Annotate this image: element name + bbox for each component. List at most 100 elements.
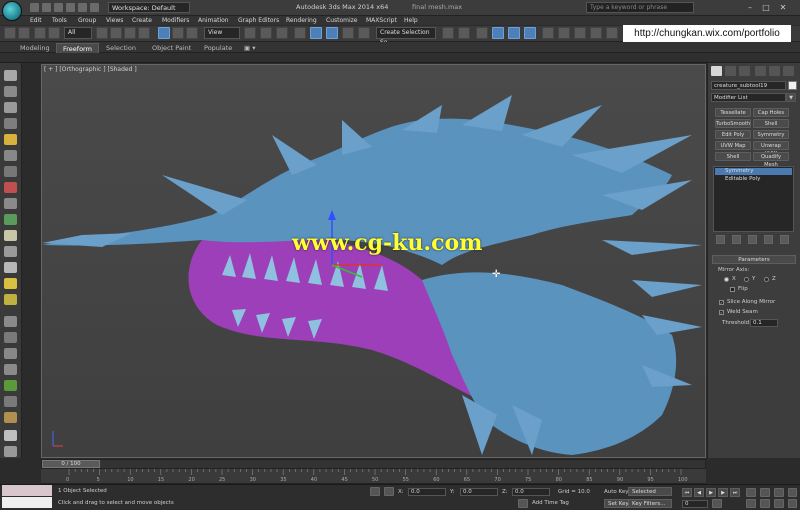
foliage-icon[interactable] (4, 380, 17, 391)
menu-maxscript[interactable]: MAXScript (366, 16, 397, 25)
curve-editor-icon[interactable] (508, 27, 520, 39)
menu-edit[interactable]: Edit (30, 16, 42, 25)
rendered-frame-icon[interactable] (574, 27, 586, 39)
utilities-tab-icon[interactable] (783, 66, 794, 76)
maximize-viewport-icon[interactable] (788, 499, 797, 508)
menu-create[interactable]: Create (132, 16, 152, 25)
tab-modeling[interactable]: Modeling (14, 43, 56, 53)
percent-snap-icon[interactable] (326, 27, 338, 39)
motion-tab-icon[interactable] (755, 66, 766, 76)
pan-view-icon[interactable] (760, 499, 770, 508)
open-file-icon[interactable] (42, 3, 51, 12)
box-primitive-icon[interactable] (4, 246, 17, 257)
z-coordinate-field[interactable]: 0.0 (512, 488, 550, 496)
paint-deform-icon[interactable] (4, 332, 17, 343)
window-crossing-icon[interactable] (138, 27, 150, 39)
object-color-swatch[interactable] (788, 81, 797, 90)
tab-selection[interactable]: Selection (100, 43, 142, 53)
remove-modifier-icon[interactable] (764, 235, 773, 244)
spinner-snap-icon[interactable] (342, 27, 354, 39)
angle-snap-icon[interactable] (310, 27, 322, 39)
zoom-icon[interactable] (746, 488, 756, 497)
dynamics-icon[interactable] (4, 412, 17, 423)
parameters-rollout-header[interactable]: Parameters (712, 255, 796, 264)
select-object-icon[interactable] (96, 27, 108, 39)
chevron-down-icon[interactable]: ▼ (786, 93, 796, 102)
orbit-icon[interactable] (774, 499, 784, 508)
add-time-tag-button[interactable]: Add Time Tag (532, 500, 569, 506)
modify-tab-icon[interactable] (725, 66, 736, 76)
viewport-label[interactable]: [ + ] [Orthographic ] [Shaded ] (44, 66, 137, 73)
modifier-button[interactable]: Shell (715, 152, 751, 161)
save-file-icon[interactable] (54, 3, 63, 12)
modifier-button[interactable]: Unwrap UVW (753, 141, 789, 157)
modifier-button[interactable]: Edit Poly (715, 130, 751, 139)
tab-populate[interactable]: Populate (198, 43, 238, 53)
keyboard-shortcut-icon[interactable] (276, 27, 288, 39)
rectangular-selection-icon[interactable] (124, 27, 136, 39)
minimize-button[interactable]: – (744, 2, 756, 13)
viewport-layout-icon[interactable] (4, 70, 17, 81)
workspace-dropdown[interactable]: Workspace: Default (108, 2, 190, 13)
x-coordinate-field[interactable]: 0.0 (408, 488, 446, 496)
render-iterative-icon[interactable] (606, 27, 618, 39)
select-and-scale-icon[interactable] (186, 27, 198, 39)
key-mode-dropdown[interactable]: Selected (628, 487, 672, 496)
next-frame-icon[interactable]: ▶ (718, 488, 728, 497)
sphere-primitive-icon[interactable] (4, 230, 17, 241)
light-icon[interactable] (4, 134, 17, 145)
time-slider[interactable] (41, 459, 706, 469)
maximize-button[interactable]: □ (760, 2, 772, 13)
mirror-icon[interactable] (442, 27, 454, 39)
axis-x-radio[interactable] (724, 277, 729, 282)
create-tab-icon[interactable] (711, 66, 722, 76)
select-by-name-icon[interactable] (110, 27, 122, 39)
app-logo-icon[interactable] (2, 1, 22, 21)
menu-views[interactable]: Views (106, 16, 123, 25)
camera-icon[interactable] (4, 150, 17, 161)
layer-manager-icon[interactable] (476, 27, 488, 39)
tab-freeform[interactable]: Freeform (56, 43, 99, 53)
brush-icon[interactable] (4, 316, 17, 327)
weld-seam-checkbox[interactable]: ✓ (719, 310, 724, 315)
key-filters-button[interactable]: Key Filters... (628, 499, 672, 508)
particle-icon[interactable] (4, 396, 17, 407)
pivot-point-icon[interactable] (244, 27, 256, 39)
project-folder-icon[interactable] (90, 3, 99, 12)
snaps-toggle-icon[interactable] (294, 27, 306, 39)
freeze-icon[interactable] (4, 198, 17, 209)
undo-icon[interactable] (66, 3, 75, 12)
make-unique-icon[interactable] (748, 235, 757, 244)
named-selection-dropdown[interactable]: Create Selection Se (376, 27, 436, 46)
time-configuration-icon[interactable] (712, 499, 722, 508)
zoom-extents-icon[interactable] (774, 488, 784, 497)
field-of-view-icon[interactable] (746, 499, 756, 508)
tab-object-paint[interactable]: Object Paint (146, 43, 197, 53)
graphite-ribbon-icon[interactable] (492, 27, 504, 39)
stack-item-editable-poly[interactable]: Editable Poly (715, 176, 760, 183)
container-icon[interactable] (4, 118, 17, 129)
current-frame-field[interactable]: 0 (682, 500, 708, 508)
selection-filter-dropdown[interactable]: All (64, 27, 92, 39)
menu-rendering[interactable]: Rendering (286, 16, 317, 25)
axis-z-radio[interactable] (764, 277, 769, 282)
time-tag-icon[interactable] (518, 499, 528, 508)
render-icon[interactable] (4, 430, 17, 441)
material-editor-icon[interactable] (542, 27, 554, 39)
render-setup-icon[interactable] (558, 27, 570, 39)
y-coordinate-field[interactable]: 0.0 (460, 488, 498, 496)
menu-tools[interactable]: Tools (52, 16, 67, 25)
close-button[interactable]: ✕ (777, 2, 789, 13)
help-search-input[interactable]: Type a keyword or phrase (586, 2, 694, 13)
absolute-mode-icon[interactable] (384, 487, 394, 496)
bone-icon[interactable] (4, 364, 17, 375)
zoom-extents-all-icon[interactable] (788, 488, 797, 497)
threshold-spinner[interactable]: 0.1 (750, 319, 778, 327)
dragon-head-model[interactable]: ✛ (42, 65, 706, 458)
configure-sets-icon[interactable] (780, 235, 789, 244)
display-tab-icon[interactable] (769, 66, 780, 76)
ribbon-options-icon[interactable]: ▣ ▾ (238, 43, 261, 53)
select-manipulate-icon[interactable] (260, 27, 272, 39)
object-name-field[interactable]: creature_subtool19 (711, 81, 786, 90)
cone-primitive-icon[interactable] (4, 262, 17, 273)
